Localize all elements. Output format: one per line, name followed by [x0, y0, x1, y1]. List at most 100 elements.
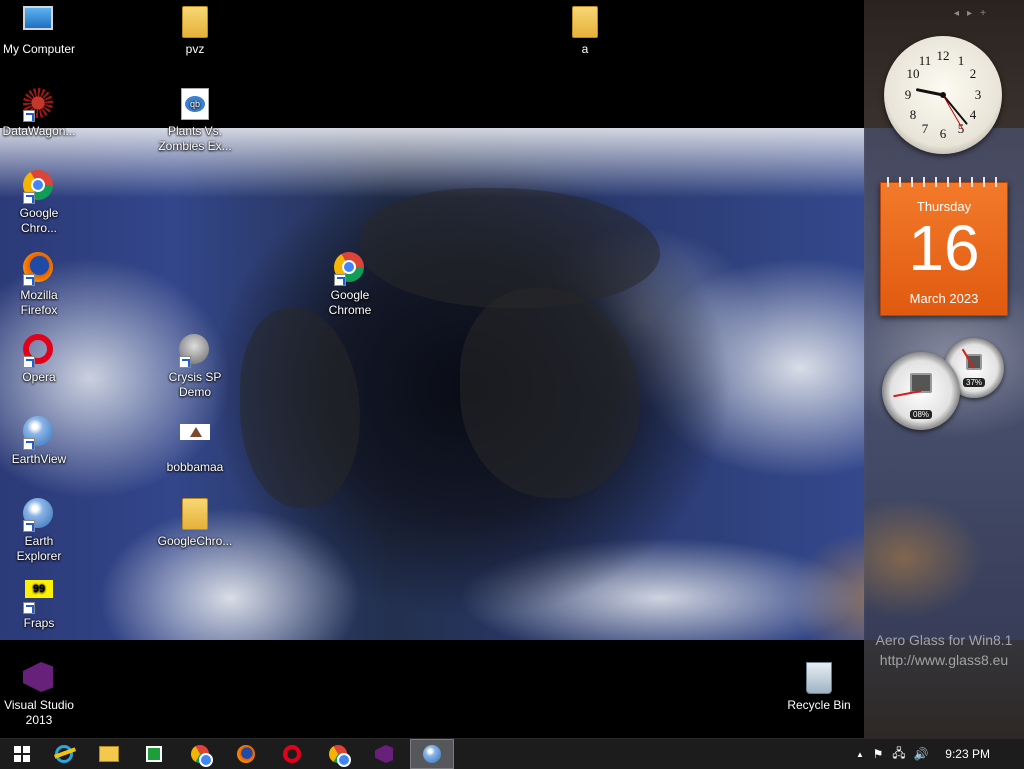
taskbar-clock[interactable]: 9:23 PM: [932, 747, 990, 761]
folder-icon: [182, 6, 208, 38]
shortcut-arrow-icon: [23, 438, 35, 450]
calendar-month-year: March 2023: [909, 291, 979, 306]
clock-hour-hand: [916, 88, 945, 97]
taskbar-file-explorer[interactable]: [87, 739, 131, 769]
taskbar-google-chrome[interactable]: [178, 739, 222, 769]
icon-label: Google Chro...: [19, 206, 59, 235]
shortcut-arrow-icon: [23, 192, 35, 204]
clock-face: 12 1 2 3 4 5 6 7 8 9 10 11: [905, 48, 982, 141]
taskbar-visual-studio[interactable]: [362, 739, 406, 769]
taskbar-google-chrome-2[interactable]: [316, 739, 360, 769]
store-icon: [146, 746, 162, 762]
clock-numeral: 6: [940, 126, 947, 141]
icon-label: bobbamaa: [166, 460, 224, 474]
icon-label: Mozilla Firefox: [20, 288, 58, 317]
zip-folder-icon: [182, 498, 208, 530]
shortcut-arrow-icon: [23, 274, 35, 286]
desktop-icon-my-computer[interactable]: My Computer: [1, 6, 77, 57]
windows-logo-icon: [14, 746, 30, 762]
icon-label: DataWagon...: [2, 124, 76, 138]
calendar-gadget[interactable]: Thursday 16 March 2023: [880, 177, 1008, 316]
add-gadget-button[interactable]: +: [980, 8, 994, 19]
desktop-icon-crysis-demo[interactable]: Crysis SP Demo: [157, 334, 233, 400]
chrome-icon: [329, 745, 351, 767]
landmass: [240, 308, 360, 508]
watermark-line-2: http://www.glass8.eu: [879, 652, 1009, 668]
desktop-icon-plants-vs-zombies[interactable]: Plants Vs. Zombies Ex...: [157, 88, 233, 154]
action-center-flag-icon[interactable]: ⚑: [868, 747, 888, 761]
shortcut-arrow-icon: [23, 356, 35, 368]
icon-label: GoogleChro...: [157, 534, 233, 548]
cpu-meter-gadget[interactable]: 08%: [882, 352, 960, 430]
clock-numeral: 10: [907, 66, 920, 81]
icon-label: EarthView: [11, 452, 67, 466]
clock-center: [940, 92, 946, 98]
icon-label: Visual Studio 2013: [4, 698, 74, 727]
clock-minute-hand: [942, 94, 968, 125]
taskbar-windows-store[interactable]: [132, 739, 176, 769]
desktop-icon-visual-studio[interactable]: Visual Studio 2013: [1, 662, 77, 728]
taskbar: ▲ ⚑ 🖧 🔊 9:23 PM: [0, 738, 1024, 769]
icon-label: Google Chrome: [328, 288, 372, 317]
clock-second-hand: [942, 94, 963, 130]
recycle-bin-icon: [806, 662, 832, 694]
icon-label: Crysis SP Demo: [168, 370, 222, 399]
taskbar-earth-view[interactable]: [410, 739, 454, 769]
clock-numeral: 1: [958, 53, 965, 68]
taskbar-opera[interactable]: [270, 739, 314, 769]
clock-numeral: 11: [919, 53, 932, 68]
landmass: [360, 188, 660, 308]
icon-label: Earth Explorer: [16, 534, 62, 563]
shortcut-arrow-icon: [179, 356, 191, 368]
desktop-icon-recycle-bin[interactable]: Recycle Bin: [781, 662, 857, 713]
desktop-icon-mozilla-firefox[interactable]: Mozilla Firefox: [1, 252, 77, 318]
desktop-icon-google-chrome-1[interactable]: Google Chro...: [1, 170, 77, 236]
network-icon[interactable]: 🖧: [888, 744, 910, 765]
cpu-readout: 08%: [909, 410, 933, 419]
clock-numeral: 5: [958, 121, 965, 136]
computer-icon: [23, 6, 53, 30]
shortcut-arrow-icon: [23, 520, 35, 532]
visual-studio-icon: [23, 662, 53, 692]
memory-readout: 37%: [962, 378, 986, 387]
desktop-icon-earth-explorer[interactable]: Earth Explorer: [1, 498, 77, 564]
desktop-icon-google-chrome-2[interactable]: Google Chrome: [312, 252, 388, 318]
firefox-icon: [237, 745, 255, 763]
desktop-icon-bobbamaa[interactable]: bobbamaa: [157, 416, 233, 475]
gadget-prev-button[interactable]: ◂: [954, 8, 967, 19]
volume-icon[interactable]: 🔊: [910, 747, 932, 761]
icon-label: Opera: [22, 370, 56, 384]
cpu-needle: [893, 390, 922, 398]
folder-icon: [572, 6, 598, 38]
desktop-icon-earthview[interactable]: EarthView: [1, 416, 77, 467]
cloud-layer: [0, 128, 866, 198]
clock-numeral: 2: [970, 66, 977, 81]
start-button[interactable]: [0, 739, 44, 769]
gadget-next-button[interactable]: ▸: [967, 8, 980, 19]
taskbar-mozilla-firefox[interactable]: [224, 739, 268, 769]
landmass: [460, 288, 640, 498]
calendar-day: 16: [908, 212, 980, 284]
desktop-icon-googlechrome-zip[interactable]: GoogleChro...: [157, 498, 233, 549]
icon-label: My Computer: [2, 42, 76, 56]
shortcut-arrow-icon: [23, 602, 35, 614]
taskbar-internet-explorer[interactable]: [42, 739, 86, 769]
fraps-icon: 99: [25, 580, 53, 598]
clock-numeral: 4: [970, 107, 977, 122]
image-file-icon: [180, 424, 210, 440]
desktop-icon-datawagon[interactable]: DataWagon...: [1, 88, 77, 139]
opera-icon: [283, 745, 301, 763]
show-hidden-icons-button[interactable]: ▲: [852, 750, 868, 759]
desktop-icon-pvz[interactable]: pvz: [157, 6, 233, 57]
icon-label: pvz: [185, 42, 205, 56]
aero-glass-watermark: Aero Glass for Win8.1 http://www.glass8.…: [864, 630, 1024, 670]
desktop-icon-fraps[interactable]: 99 Fraps: [1, 580, 77, 631]
clock-gadget[interactable]: 12 1 2 3 4 5 6 7 8 9 10 11: [884, 36, 1002, 154]
desktop-icon-opera[interactable]: Opera: [1, 334, 77, 385]
system-tray: ▲ ⚑ 🖧 🔊 9:23 PM: [852, 739, 990, 769]
clock-numeral: 3: [975, 87, 982, 102]
desktop-icon-a[interactable]: a: [547, 6, 623, 57]
file-explorer-icon: [99, 746, 119, 762]
earthview-icon: [423, 745, 441, 763]
calendar-rings: [881, 177, 1007, 187]
